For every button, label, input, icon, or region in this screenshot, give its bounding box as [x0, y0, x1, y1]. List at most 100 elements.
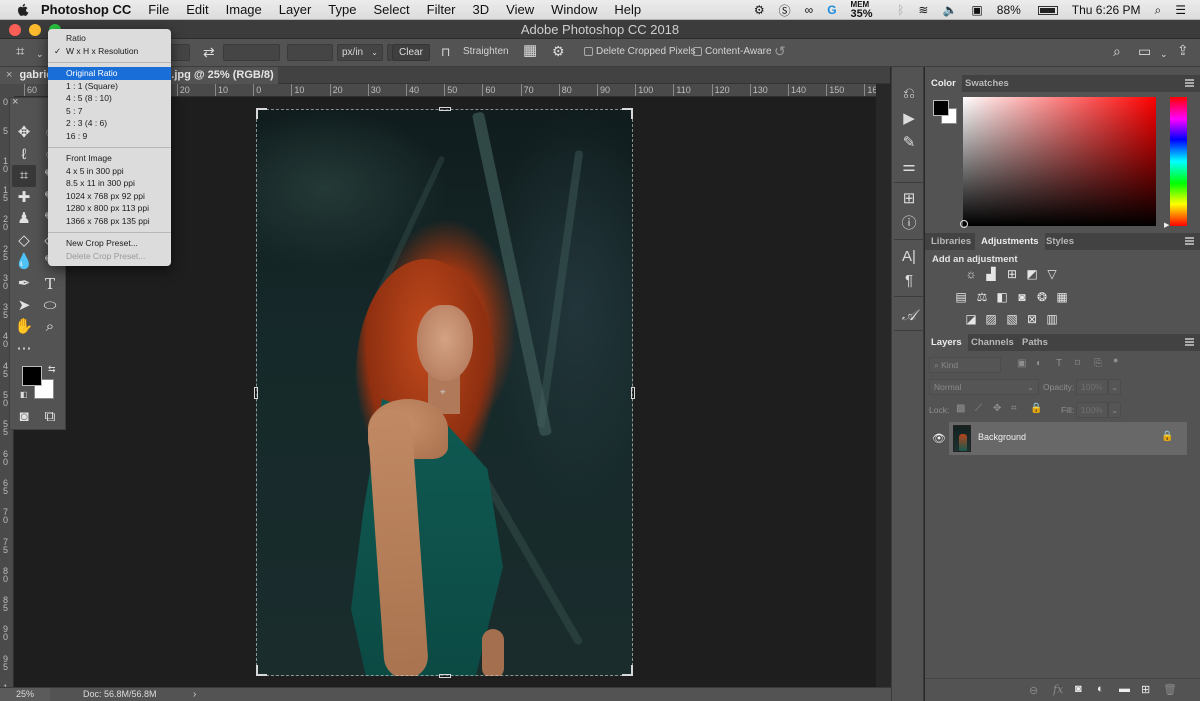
channel-mixer-icon[interactable]: ❂ — [1035, 290, 1049, 304]
opacity-field[interactable]: 100% — [1076, 379, 1108, 395]
move-tool-icon[interactable]: ✥ — [12, 122, 36, 144]
new-adjustment-layer-icon[interactable]: ◐ — [1097, 683, 1104, 695]
menu-item-wxhxres[interactable]: ✓ W x H x Resolution — [48, 45, 171, 58]
vibrance-icon[interactable]: ▽ — [1045, 267, 1059, 281]
layer-visibility-eye-icon[interactable]: 👁 — [932, 432, 946, 445]
screen-mode-icon[interactable]: ⧉ — [38, 406, 62, 428]
clock[interactable]: Thu 6:26 PM — [1072, 3, 1141, 17]
tab-adjustments[interactable]: Adjustments — [975, 233, 1045, 250]
tab-libraries[interactable]: Libraries — [925, 233, 977, 250]
actions-panel-icon[interactable]: ▶ — [898, 109, 920, 129]
layer-row-background[interactable]: Background 🔒 — [949, 422, 1187, 455]
levels-icon[interactable]: ▟ — [984, 267, 998, 281]
color-panel-foreground-swatch[interactable] — [933, 100, 949, 116]
overlay-grid-icon[interactable]: ▦ — [523, 43, 537, 58]
delete-cropped-pixels-checkbox[interactable] — [584, 47, 593, 56]
modifier-panel-icon[interactable]: ⊞ — [898, 189, 920, 209]
filter-type-icon[interactable]: T — [1056, 358, 1062, 369]
color-panel-menu-icon[interactable] — [1185, 79, 1194, 87]
clear-button[interactable]: Clear — [392, 44, 430, 61]
link-layers-icon[interactable]: ⊖ — [1029, 684, 1038, 697]
width-field[interactable] — [223, 44, 280, 61]
crop-handle-top[interactable] — [439, 107, 451, 111]
black-white-icon[interactable]: ◧ — [995, 290, 1009, 304]
healing-brush-tool-icon[interactable]: ✚ — [12, 187, 36, 209]
logitech-icon[interactable]: G — [827, 3, 836, 17]
workspace-layout-icon[interactable]: ▭ — [1138, 44, 1151, 58]
height-field[interactable] — [287, 44, 333, 61]
straighten-icon[interactable]: ⊓ — [441, 45, 450, 59]
layer-style-fx-icon[interactable]: fx — [1053, 683, 1063, 696]
clone-stamp-tool-icon[interactable]: ♟ — [12, 208, 36, 230]
filter-smart-object-icon[interactable]: ⎘ — [1094, 358, 1102, 369]
threshold-icon[interactable]: ▧ — [1005, 312, 1019, 326]
edit-toolbar-icon[interactable]: ⋯ — [12, 338, 36, 360]
reset-crop-icon[interactable]: ↺ — [774, 44, 786, 58]
new-layer-icon[interactable]: ⊞ — [1141, 683, 1150, 696]
menu-type[interactable]: Type — [328, 2, 356, 17]
opacity-dropdown[interactable]: ⌄ — [1108, 379, 1121, 395]
posterize-icon[interactable]: ▨ — [984, 312, 998, 326]
tab-color[interactable]: Color — [925, 75, 962, 92]
properties-panel-icon[interactable]: ⚌ — [898, 157, 920, 177]
menu-image[interactable]: Image — [226, 2, 262, 17]
hue-saturation-icon[interactable]: ▤ — [954, 290, 968, 304]
color-picker-field[interactable] — [963, 97, 1156, 226]
display-icon[interactable]: ▣ — [971, 3, 982, 17]
menu-view[interactable]: View — [506, 2, 534, 17]
tab-channels[interactable]: Channels — [965, 334, 1020, 351]
bluetooth-icon[interactable]: ᛒ — [897, 3, 904, 17]
crop-handle-left[interactable] — [254, 387, 258, 399]
close-document-icon[interactable]: × — [6, 69, 12, 81]
menu-layer[interactable]: Layer — [279, 2, 312, 17]
menu-item-ratio-5-7[interactable]: 5 : 7 — [48, 105, 171, 118]
spotlight-icon[interactable]: ⌕ — [1155, 3, 1162, 18]
character-panel-icon[interactable]: A| — [898, 247, 920, 267]
crop-handle-bottom[interactable] — [439, 674, 451, 678]
layer-lock-icon[interactable]: 🔒 — [1161, 431, 1173, 442]
add-layer-mask-icon[interactable]: ◙ — [1075, 683, 1082, 695]
ellipse-tool-icon[interactable]: ⬭ — [38, 295, 62, 317]
content-aware-checkbox[interactable] — [693, 47, 702, 56]
default-colors-icon[interactable]: ◧ — [20, 390, 28, 399]
skype-icon[interactable]: Ⓢ — [779, 2, 791, 19]
menu-item-1366x768[interactable]: 1366 x 768 px 135 ppi — [48, 215, 171, 228]
exposure-icon[interactable]: ◩ — [1025, 267, 1039, 281]
crop-handle-right[interactable] — [631, 387, 635, 399]
blend-mode-dropdown[interactable]: Normal ⌄ — [929, 379, 1039, 395]
tab-styles[interactable]: Styles — [1040, 233, 1080, 250]
brush-presets-panel-icon[interactable]: ✎ — [898, 133, 920, 153]
zoom-level-field[interactable]: 25% — [0, 688, 50, 701]
layer-filter-kind-dropdown[interactable]: ⌕ Kind — [929, 357, 1001, 373]
straighten-button[interactable]: Straighten — [463, 46, 509, 57]
eraser-tool-icon[interactable]: ◇ — [12, 230, 36, 252]
menu-item-ratio-2-3[interactable]: 2 : 3 (4 : 6) — [48, 117, 171, 130]
swap-dimensions-icon[interactable]: ⇄ — [203, 45, 215, 59]
status-menu-arrow-icon[interactable]: › — [193, 688, 196, 701]
lasso-tool-icon[interactable]: ℓ — [12, 144, 36, 166]
lock-transparent-pixels-icon[interactable]: ▩ — [956, 403, 965, 414]
invert-icon[interactable]: ◪ — [964, 312, 978, 326]
menu-3d[interactable]: 3D — [473, 2, 490, 17]
filter-shape-icon[interactable]: ⌑ — [1075, 358, 1080, 369]
hue-slider-handle[interactable]: ▶ — [1164, 221, 1169, 229]
new-group-icon[interactable]: ▬ — [1119, 683, 1130, 695]
info-panel-icon[interactable]: ⓘ — [898, 214, 920, 234]
lock-position-icon[interactable]: ✥ — [993, 403, 1001, 414]
selective-color-icon[interactable]: ⊠ — [1025, 312, 1039, 326]
adjustments-panel-menu-icon[interactable] — [1185, 237, 1194, 245]
filter-adjustment-icon[interactable]: ◐ — [1036, 358, 1042, 369]
gradient-map-icon[interactable]: ▥ — [1045, 312, 1059, 326]
crop-handle-top-right[interactable] — [622, 108, 633, 119]
apple-menu-icon[interactable] — [15, 2, 31, 18]
delete-layer-icon[interactable]: 🗑 — [1163, 683, 1177, 696]
tab-swatches[interactable]: Swatches — [959, 75, 1015, 92]
glyphs-panel-icon[interactable]: 𝒜 — [898, 305, 920, 325]
share-icon[interactable]: ⇪ — [1177, 43, 1189, 57]
menu-window[interactable]: Window — [551, 2, 597, 17]
menu-item-ratio-4-5[interactable]: 4 : 5 (8 : 10) — [48, 92, 171, 105]
menu-item-8-5x11-300ppi[interactable]: 8.5 x 11 in 300 ppi — [48, 177, 171, 190]
swap-colors-icon[interactable]: ⇆ — [48, 364, 56, 375]
crop-tool-icon[interactable]: ⌗ — [12, 165, 36, 187]
creative-cloud-icon[interactable]: ∞ — [805, 3, 814, 17]
